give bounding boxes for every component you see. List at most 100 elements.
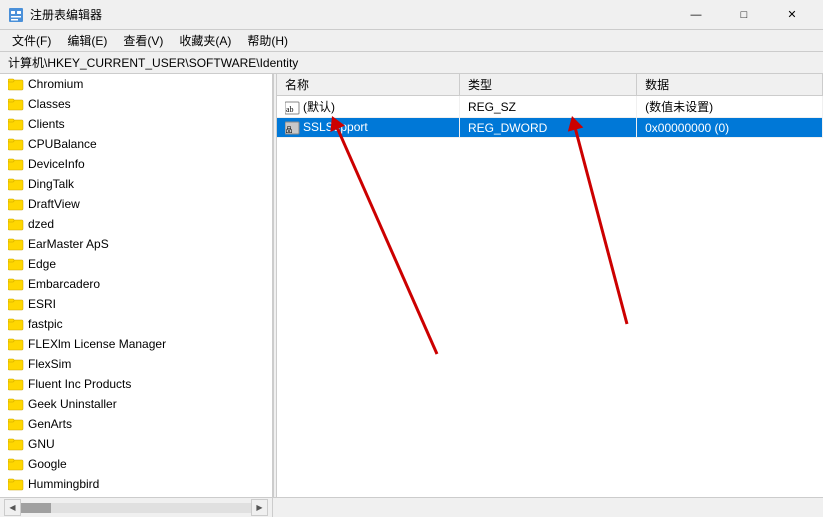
folder-icon	[8, 257, 24, 271]
tree-item-label: Chromium	[28, 77, 83, 91]
status-bar: ◀ ▶	[0, 497, 823, 517]
tree-item-GNU[interactable]: GNU	[0, 434, 272, 454]
tree-item-label: FLEXlm License Manager	[28, 337, 166, 351]
window-controls: — □ ✕	[673, 0, 815, 30]
folder-icon	[8, 137, 24, 151]
folder-icon	[8, 177, 24, 191]
registry-panel[interactable]: 名称 类型 数据 ab (默认)REG_SZ(数值未设置) 品 SSLSuppo…	[277, 74, 823, 497]
tree-item-Google[interactable]: Google	[0, 454, 272, 474]
folder-icon	[8, 317, 24, 331]
tree-item-label: fastpic	[28, 317, 63, 331]
folder-icon	[8, 117, 24, 131]
menu-bar: 文件(F)编辑(E)查看(V)收藏夹(A)帮助(H)	[0, 30, 823, 52]
folder-icon	[8, 197, 24, 211]
tree-item-dzed[interactable]: dzed	[0, 214, 272, 234]
tree-item-DingTalk[interactable]: DingTalk	[0, 174, 272, 194]
svg-text:品: 品	[286, 126, 293, 134]
tree-item-fastpic[interactable]: fastpic	[0, 314, 272, 334]
table-row[interactable]: 品 SSLSupportREG_DWORD0x00000000 (0)	[277, 118, 823, 138]
address-text: 计算机\HKEY_CURRENT_USER\SOFTWARE\Identity	[8, 54, 298, 71]
tree-item-label: CPUBalance	[28, 137, 97, 151]
reg-type-cell: REG_DWORD	[459, 118, 636, 138]
menu-item-查看(V)[interactable]: 查看(V)	[115, 30, 171, 51]
folder-icon	[8, 237, 24, 251]
folder-icon	[8, 97, 24, 111]
tree-item-Classes[interactable]: Classes	[0, 94, 272, 114]
folder-icon	[8, 297, 24, 311]
registry-table: 名称 类型 数据 ab (默认)REG_SZ(数值未设置) 品 SSLSuppo…	[277, 74, 823, 138]
tree-item-label: ESRI	[28, 297, 56, 311]
close-button[interactable]: ✕	[769, 0, 815, 30]
tree-item-label: GenArts	[28, 417, 72, 431]
reg-ab-icon: ab	[285, 100, 303, 114]
folder-icon	[8, 277, 24, 291]
col-name[interactable]: 名称	[277, 74, 459, 96]
tree-item-label: GNU	[28, 437, 55, 451]
tree-item-EarMaster-ApS[interactable]: EarMaster ApS	[0, 234, 272, 254]
tree-item-label: DingTalk	[28, 177, 74, 191]
tree-item-label: Geek Uninstaller	[28, 397, 117, 411]
tree-item-CPUBalance[interactable]: CPUBalance	[0, 134, 272, 154]
tree-item-label: DeviceInfo	[28, 157, 85, 171]
tree-item-Clients[interactable]: Clients	[0, 114, 272, 134]
tree-item-Edge[interactable]: Edge	[0, 254, 272, 274]
folder-icon	[8, 437, 24, 451]
address-bar: 计算机\HKEY_CURRENT_USER\SOFTWARE\Identity	[0, 52, 823, 74]
folder-icon	[8, 77, 24, 91]
reg-dword-icon: 品	[285, 120, 303, 134]
folder-icon	[8, 357, 24, 371]
tree-item-Hummingbird[interactable]: Hummingbird	[0, 474, 272, 494]
app-icon	[8, 7, 24, 23]
title-bar: 注册表编辑器 — □ ✕	[0, 0, 823, 30]
tree-item-label: Edge	[28, 257, 56, 271]
tree-item-DraftView[interactable]: DraftView	[0, 194, 272, 214]
folder-icon	[8, 217, 24, 231]
tree-item-Fluent-Inc-Products[interactable]: Fluent Inc Products	[0, 374, 272, 394]
tree-item-Embarcadero[interactable]: Embarcadero	[0, 274, 272, 294]
scroll-left-button[interactable]: ◀	[4, 499, 21, 516]
tree-item-label: Hummingbird	[28, 477, 99, 491]
folder-icon	[8, 377, 24, 391]
tree-item-FLEXlm-License-Manager[interactable]: FLEXlm License Manager	[0, 334, 272, 354]
col-data[interactable]: 数据	[637, 74, 823, 96]
tree-item-label: DraftView	[28, 197, 80, 211]
tree-item-ESRI[interactable]: ESRI	[0, 294, 272, 314]
reg-type-cell: REG_SZ	[459, 96, 636, 118]
tree-item-label: dzed	[28, 217, 54, 231]
menu-item-收藏夹(A)[interactable]: 收藏夹(A)	[171, 30, 239, 51]
reg-name-cell: 品 SSLSupport	[277, 118, 459, 138]
maximize-button[interactable]: □	[721, 0, 767, 30]
folder-icon	[8, 477, 24, 491]
tree-item-label: EarMaster ApS	[28, 237, 109, 251]
tree-item-label: Classes	[28, 97, 71, 111]
minimize-button[interactable]: —	[673, 0, 719, 30]
tree-panel[interactable]: Chromium Classes Clients CPUBalance Devi…	[0, 74, 273, 497]
menu-item-帮助(H)[interactable]: 帮助(H)	[239, 30, 296, 51]
folder-icon	[8, 397, 24, 411]
reg-data-cell: (数值未设置)	[637, 96, 823, 118]
menu-item-文件(F)[interactable]: 文件(F)	[4, 30, 59, 51]
table-row[interactable]: ab (默认)REG_SZ(数值未设置)	[277, 96, 823, 118]
tree-item-label: Fluent Inc Products	[28, 377, 131, 391]
menu-item-编辑(E)[interactable]: 编辑(E)	[59, 30, 115, 51]
folder-icon	[8, 337, 24, 351]
tree-item-label: Embarcadero	[28, 277, 100, 291]
folder-icon	[8, 417, 24, 431]
main-content: Chromium Classes Clients CPUBalance Devi…	[0, 74, 823, 497]
folder-icon	[8, 457, 24, 471]
tree-item-Geek-Uninstaller[interactable]: Geek Uninstaller	[0, 394, 272, 414]
svg-text:ab: ab	[286, 105, 294, 114]
tree-item-GenArts[interactable]: GenArts	[0, 414, 272, 434]
tree-item-DeviceInfo[interactable]: DeviceInfo	[0, 154, 272, 174]
scroll-right-button[interactable]: ▶	[251, 499, 268, 516]
folder-icon	[8, 157, 24, 171]
tree-item-label: Google	[28, 457, 67, 471]
window-title: 注册表编辑器	[30, 6, 673, 23]
col-type[interactable]: 类型	[459, 74, 636, 96]
tree-item-label: Clients	[28, 117, 65, 131]
tree-item-Chromium[interactable]: Chromium	[0, 74, 272, 94]
reg-name-cell: ab (默认)	[277, 96, 459, 118]
reg-data-cell: 0x00000000 (0)	[637, 118, 823, 138]
tree-item-label: FlexSim	[28, 357, 71, 371]
tree-item-FlexSim[interactable]: FlexSim	[0, 354, 272, 374]
